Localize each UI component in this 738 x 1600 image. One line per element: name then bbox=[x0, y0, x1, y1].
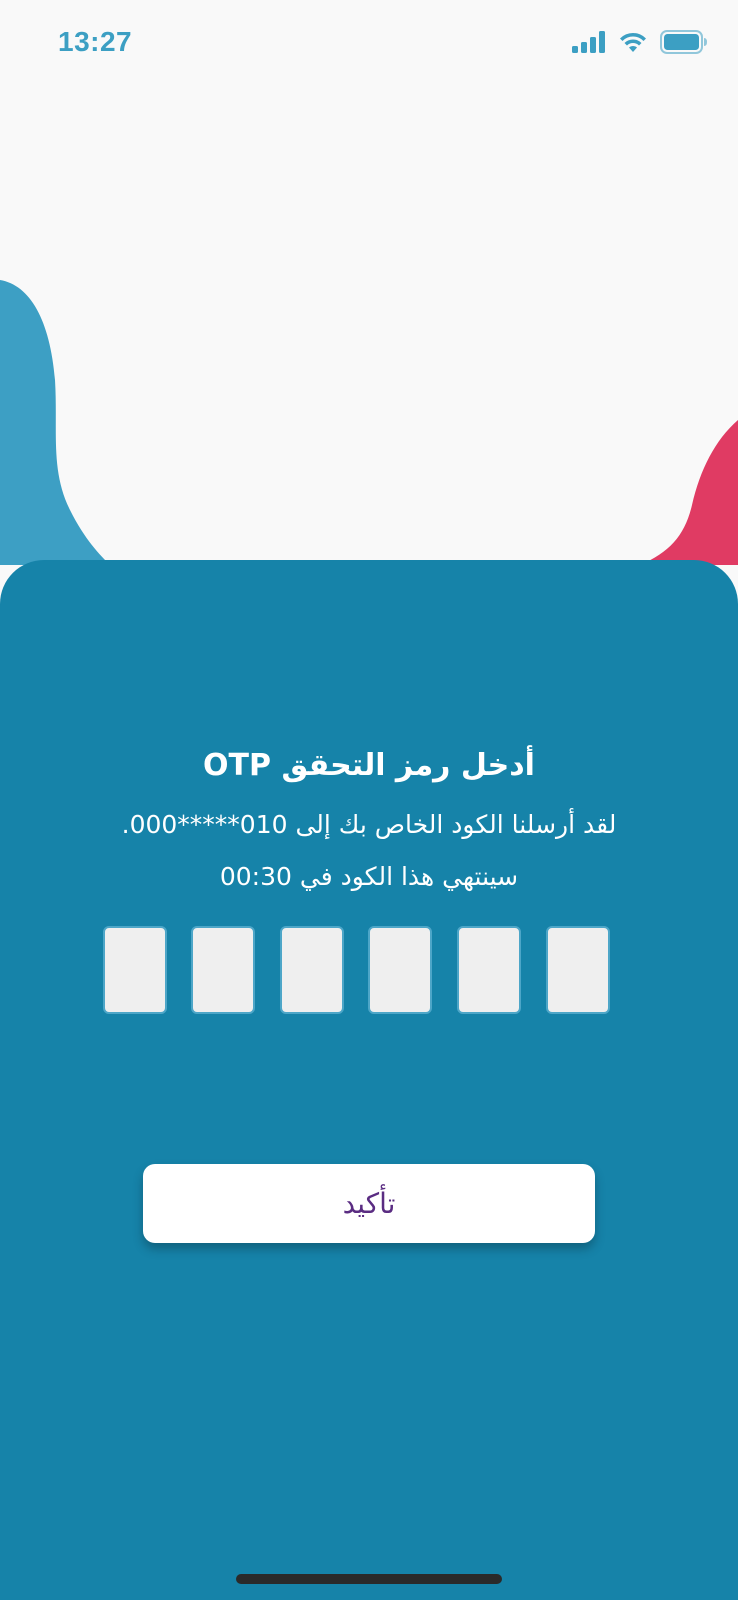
right-blob-shape bbox=[640, 420, 738, 565]
otp-panel bbox=[0, 560, 738, 1600]
otp-digit-5[interactable] bbox=[457, 926, 521, 1014]
status-time: 13:27 bbox=[58, 26, 133, 57]
signal-bars-icon bbox=[572, 31, 606, 57]
otp-sent-message: لقد أرسلنا الكود الخاص بك إلى 010*****00… bbox=[121, 810, 617, 839]
otp-digit-3[interactable] bbox=[280, 926, 344, 1014]
battery-icon bbox=[660, 30, 708, 58]
otp-input-group bbox=[103, 926, 613, 1016]
home-indicator bbox=[236, 1574, 502, 1584]
otp-digit-6[interactable] bbox=[546, 926, 610, 1014]
otp-digit-2[interactable] bbox=[191, 926, 255, 1014]
otp-digit-1[interactable] bbox=[103, 926, 167, 1014]
confirm-button[interactable]: تأكيد bbox=[143, 1164, 595, 1243]
status-bar: 13:27 bbox=[0, 0, 738, 92]
confirm-button-label: تأكيد bbox=[342, 1187, 396, 1220]
otp-title: أدخل رمز التحقق OTP bbox=[203, 748, 535, 783]
wifi-icon bbox=[618, 31, 648, 57]
otp-digit-4[interactable] bbox=[368, 926, 432, 1014]
status-icons bbox=[572, 30, 708, 58]
left-blob-shape bbox=[0, 280, 110, 565]
otp-expire-message: سينتهي هذا الكود في 00:30 bbox=[219, 862, 519, 891]
